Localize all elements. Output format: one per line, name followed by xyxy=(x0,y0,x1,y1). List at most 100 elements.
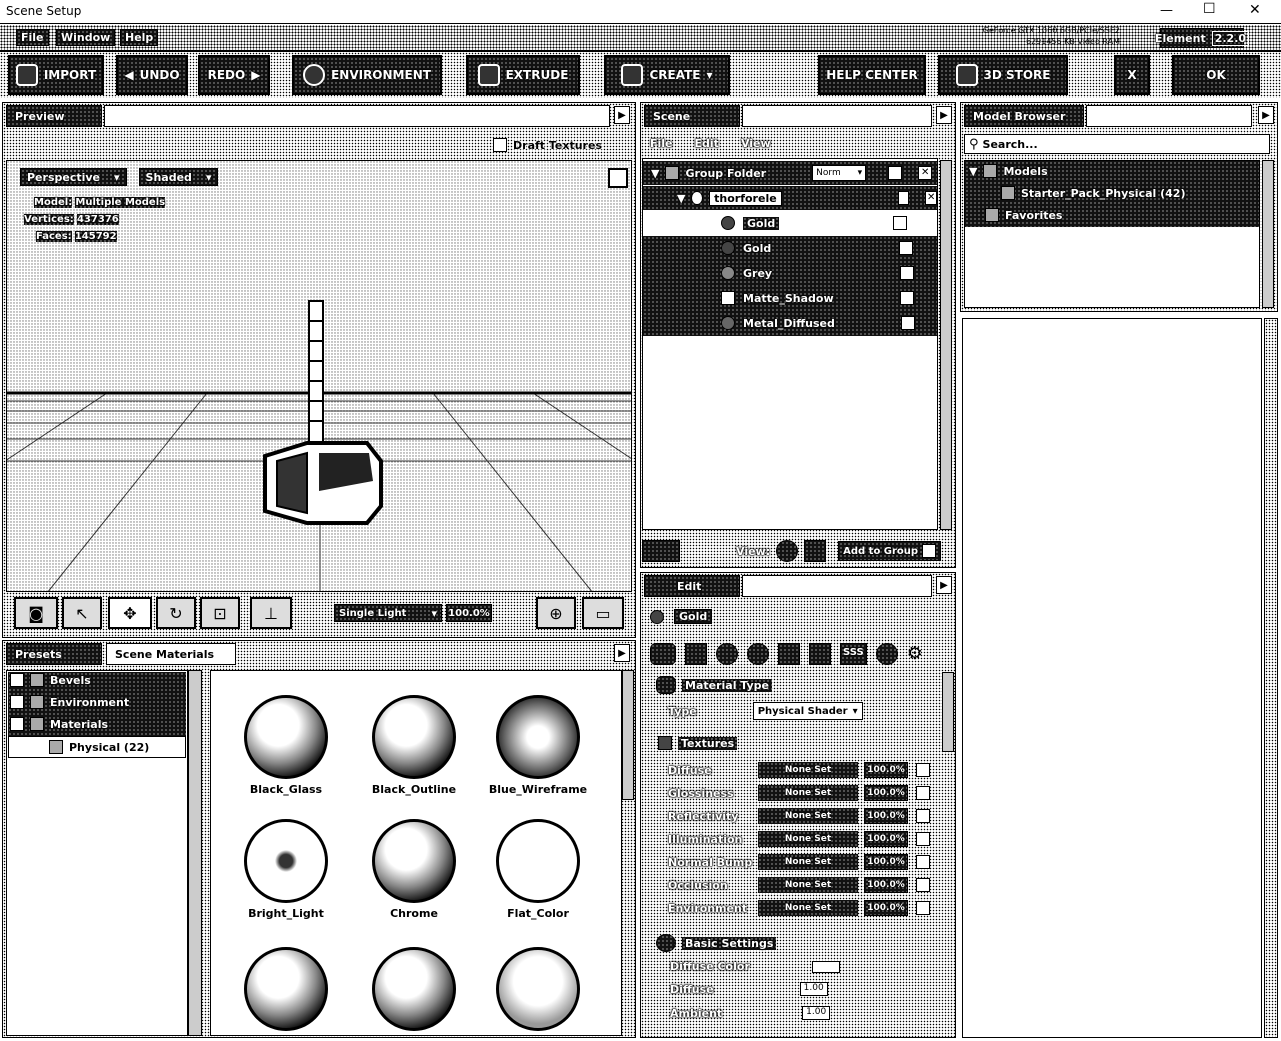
scene-menu-edit[interactable]: Edit xyxy=(695,137,719,150)
draft-textures-checkbox[interactable] xyxy=(493,138,508,152)
create-button[interactable]: CREATE ▾ xyxy=(604,55,730,95)
panel-arrow-icon[interactable]: ▶ xyxy=(614,644,630,662)
scene-menu-file[interactable]: File xyxy=(650,137,673,150)
panel-arrow-icon[interactable]: ▶ xyxy=(936,106,952,124)
extrude-button[interactable]: EXTRUDE xyxy=(466,55,580,95)
eye-icon[interactable] xyxy=(776,540,799,562)
visibility-icon[interactable] xyxy=(899,241,914,255)
camera-icon[interactable]: ◙ xyxy=(14,597,58,629)
scene-scrollbar[interactable] xyxy=(940,160,952,530)
axis-tool-icon[interactable]: ⊥ xyxy=(250,597,292,629)
texture-slot[interactable]: None Set xyxy=(758,808,858,824)
material-item[interactable] xyxy=(483,947,593,1035)
object-row[interactable]: ▼ thorforele ✕ xyxy=(643,186,937,210)
search-input[interactable]: ⚲ Search... xyxy=(964,134,1270,154)
texture-strength[interactable]: 100.0% xyxy=(864,808,908,824)
scene-material-row[interactable]: Gold xyxy=(643,211,937,235)
material-item[interactable]: Flat_Color xyxy=(483,819,593,920)
redo-button[interactable]: REDO ▶ xyxy=(198,55,270,95)
collapse-icon[interactable] xyxy=(10,717,24,731)
scene-material-row[interactable]: Gold xyxy=(643,236,937,260)
texture-strength[interactable]: 100.0% xyxy=(864,831,908,847)
visibility-icon[interactable] xyxy=(893,216,908,230)
collapse-icon[interactable]: ▼ xyxy=(651,167,659,180)
texture-strength[interactable]: 100.0% xyxy=(864,854,908,870)
shader-type-dropdown[interactable]: Physical Shader ▾ xyxy=(752,702,863,720)
texture-slot[interactable]: None Set xyxy=(758,900,858,916)
light-mode-dropdown[interactable]: Single Light ▾ xyxy=(334,604,442,622)
rotate-tool-icon[interactable]: ↻ xyxy=(156,597,196,629)
texture-slot[interactable]: None Set xyxy=(758,785,858,801)
panel-arrow-icon[interactable]: ▶ xyxy=(614,106,630,124)
import-button[interactable]: IMPORT xyxy=(8,55,104,95)
texture-icon[interactable] xyxy=(685,643,707,665)
tab-presets[interactable]: Presets xyxy=(6,643,102,665)
expand-icon[interactable] xyxy=(10,695,24,709)
model-tree-scrollbar[interactable] xyxy=(1262,160,1274,308)
environment-button[interactable]: ENVIRONMENT xyxy=(292,55,442,95)
panel-arrow-icon[interactable]: ▶ xyxy=(1258,106,1274,124)
collapse-icon[interactable]: ▼ xyxy=(969,165,977,178)
sphere-icon[interactable] xyxy=(716,643,738,665)
3d-store-button[interactable]: 3D STORE xyxy=(938,55,1068,95)
expand-icon[interactable] xyxy=(10,673,24,687)
tree-item-materials[interactable]: Materials xyxy=(10,717,108,731)
tree-item-bevels[interactable]: Bevels xyxy=(10,673,91,687)
model-content-scrollbar[interactable] xyxy=(1264,318,1278,1038)
scene-material-row[interactable]: Grey xyxy=(643,261,937,285)
add-to-group-button[interactable]: Add to Group xyxy=(838,541,942,561)
tab-edit[interactable]: Edit xyxy=(644,575,740,597)
mat-icon[interactable] xyxy=(650,643,676,665)
minimize-icon[interactable]: — xyxy=(1160,3,1173,18)
material-item[interactable] xyxy=(359,947,469,1035)
collapse-icon[interactable]: ▼ xyxy=(677,192,685,205)
tab-preview[interactable]: Preview xyxy=(6,105,102,127)
texture-strength[interactable]: 100.0% xyxy=(864,785,908,801)
visibility-icon[interactable] xyxy=(900,266,915,280)
group-folder-row[interactable]: ▼ Group Folder Norm ▾ ✕ xyxy=(643,161,937,185)
texture-toggle[interactable] xyxy=(916,878,930,892)
material-grid-scrollbar[interactable] xyxy=(622,670,634,800)
sss-icon[interactable]: SSS xyxy=(840,643,867,665)
visibility-icon[interactable] xyxy=(900,316,915,330)
material-item[interactable] xyxy=(231,947,341,1035)
material-item[interactable]: Chrome xyxy=(359,819,469,920)
help-center-button[interactable]: HELP CENTER xyxy=(818,55,926,95)
close-icon[interactable]: ✕ xyxy=(1249,2,1261,18)
texture-slot[interactable]: None Set xyxy=(758,854,858,870)
scene-menu-view[interactable]: View xyxy=(741,137,771,150)
menu-file[interactable]: File xyxy=(16,29,49,46)
tree-item-physical[interactable]: Physical (22) xyxy=(8,736,186,758)
undo-button[interactable]: ◀ UNDO xyxy=(116,55,188,95)
texture-strength[interactable]: 100.0% xyxy=(864,877,908,893)
new-folder-icon[interactable] xyxy=(642,540,680,562)
texture-toggle[interactable] xyxy=(916,832,930,846)
globe-icon[interactable] xyxy=(875,643,898,665)
tree-item-models[interactable]: ▼ Models xyxy=(969,164,1048,178)
texture-toggle[interactable] xyxy=(916,786,930,800)
cup-icon[interactable] xyxy=(778,643,800,665)
visibility-icon[interactable] xyxy=(897,191,910,205)
edit-scrollbar[interactable] xyxy=(942,672,954,752)
texture-toggle[interactable] xyxy=(916,901,930,915)
view-mode-dropdown[interactable]: Perspective ▾ xyxy=(20,168,127,186)
material-item[interactable]: Black_Glass xyxy=(231,695,341,796)
menu-help[interactable]: Help xyxy=(120,29,159,46)
clock-icon[interactable] xyxy=(747,643,769,665)
tab-model-browser[interactable]: Model Browser xyxy=(964,105,1084,127)
cancel-button[interactable]: X xyxy=(1114,55,1150,95)
scene-material-row[interactable]: Matte_Shadow xyxy=(643,286,937,310)
tree-item-favorites[interactable]: Favorites xyxy=(985,208,1062,222)
texture-toggle[interactable] xyxy=(916,763,930,777)
target-icon[interactable]: ⊕ xyxy=(536,597,576,629)
group-mode-dropdown[interactable]: Norm ▾ xyxy=(812,165,867,181)
light-icon[interactable] xyxy=(809,643,831,665)
scale-tool-icon[interactable]: ⊡ xyxy=(200,597,240,629)
scene-material-row[interactable]: Metal_Diffused xyxy=(643,311,937,335)
menu-window[interactable]: Window xyxy=(56,29,116,46)
visibility-icon[interactable] xyxy=(888,166,903,180)
shading-dropdown[interactable]: Shaded ▾ xyxy=(138,168,219,186)
texture-slot[interactable]: None Set xyxy=(758,877,858,893)
tab-scene[interactable]: Scene xyxy=(644,105,740,127)
tab-scene-materials[interactable]: Scene Materials xyxy=(106,643,236,665)
